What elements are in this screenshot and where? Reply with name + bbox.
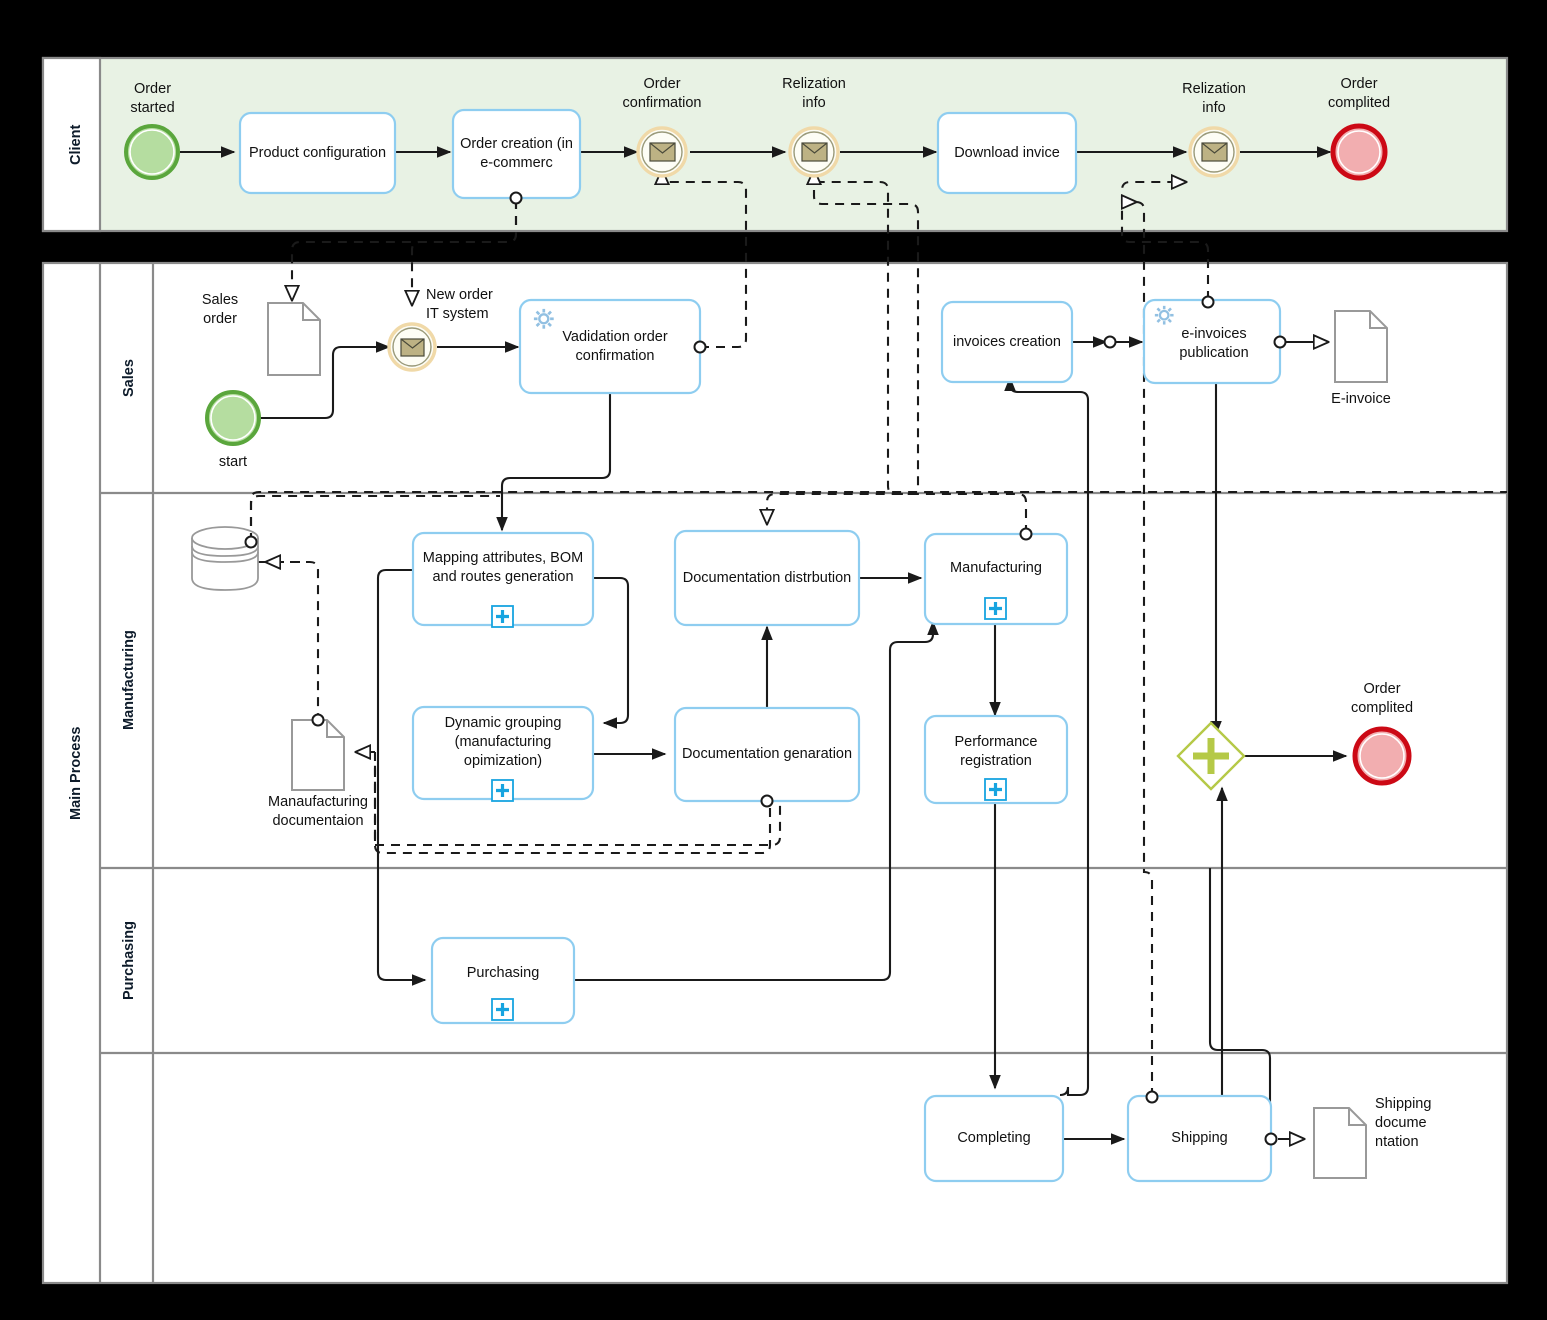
- data-store-connector: [244, 535, 258, 549]
- order-creation-task[interactable]: [451, 108, 582, 205]
- lane-title-manufacturing: Manufacturing: [121, 630, 137, 731]
- relization-info-2-message-event[interactable]: [1188, 126, 1240, 178]
- order-started-start-event[interactable]: [124, 124, 180, 180]
- lane-title-purchasing: Purchasing: [121, 921, 137, 1000]
- sales-order-data-object: [267, 302, 321, 376]
- lane-title-shipping: [105, 1053, 153, 1283]
- documentation-genaration-task[interactable]: [673, 706, 861, 808]
- mapping-attributes-subprocess[interactable]: [411, 531, 595, 628]
- performance-registration-subprocess[interactable]: [923, 714, 1069, 805]
- e-invoice-data-object: [1334, 310, 1388, 383]
- manufacturing-subprocess[interactable]: [923, 527, 1069, 626]
- shipping-documentation-data-object: [1313, 1107, 1367, 1179]
- relization-info-1-message-event[interactable]: [788, 126, 840, 178]
- invoices-creation-task[interactable]: [940, 300, 1074, 384]
- completing-task[interactable]: [923, 1094, 1065, 1183]
- lane-title-sales: Sales: [121, 359, 137, 397]
- order-complited-main-end-event[interactable]: [1352, 726, 1412, 786]
- diagram-vector-layer: [41, 56, 1509, 1285]
- purchasing-subprocess[interactable]: [430, 936, 576, 1025]
- new-order-it-system-message-event[interactable]: [387, 322, 437, 372]
- order-confirmation-message-event[interactable]: [636, 126, 688, 178]
- vadidation-order-confirmation-task[interactable]: [518, 298, 707, 395]
- product-configuration-task[interactable]: [238, 111, 397, 195]
- download-invice-task[interactable]: [936, 111, 1078, 195]
- pool-title-main-process: Main Process: [68, 726, 84, 820]
- shipping-task[interactable]: [1126, 1090, 1278, 1183]
- pool-title-client: Client: [68, 124, 84, 165]
- sales-start-event[interactable]: [205, 390, 261, 446]
- e-invoices-publication-task[interactable]: [1142, 295, 1287, 385]
- bpmn-diagram-canvas: Client Main Process Sales Manufacturing …: [0, 0, 1547, 1320]
- dynamic-grouping-subprocess[interactable]: [411, 705, 595, 802]
- documentation-distrbution-task[interactable]: [673, 529, 861, 627]
- order-complited-client-end-event[interactable]: [1330, 123, 1388, 181]
